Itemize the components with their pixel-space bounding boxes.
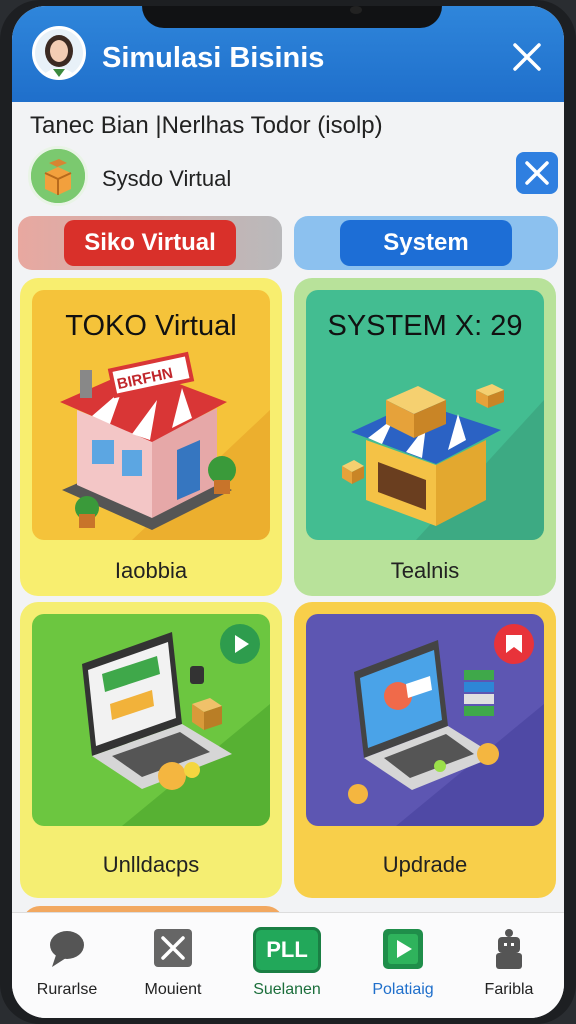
card-unlldacps[interactable]: Unlldacps — [20, 602, 282, 898]
profile-name: Sysdo Virtual — [102, 166, 232, 191]
close-box-icon — [152, 927, 194, 974]
notch — [142, 6, 442, 28]
play-icon — [235, 635, 249, 653]
play-badge[interactable] — [220, 624, 260, 664]
close-icon — [513, 43, 541, 71]
avatar-portrait-icon — [35, 29, 83, 77]
card-illustration — [306, 614, 544, 826]
close-icon — [525, 161, 549, 185]
profile-avatar[interactable] — [28, 146, 88, 206]
card-updrade[interactable]: Updrade — [294, 602, 556, 898]
card-label: Tealnis — [390, 558, 460, 583]
chat-bubble-icon — [46, 927, 88, 974]
card-illustration: SYSTEM X: 29 — [306, 290, 544, 540]
nav-item-mouient[interactable]: Mouient — [118, 913, 228, 1018]
phone-frame: Simulasi Bisinis Tanec Bian |Nerlhas Tod… — [0, 0, 576, 1024]
nav-label: Suelanen — [253, 981, 321, 998]
nav-item-suelanen[interactable]: PLL Suelanen — [232, 913, 342, 1018]
app-screen: Simulasi Bisinis Tanec Bian |Nerlhas Tod… — [12, 6, 564, 1018]
bookmark-icon — [506, 635, 522, 653]
nav-item-rurarlse[interactable]: Rurarlse — [12, 913, 122, 1018]
front-camera — [350, 6, 362, 14]
shop-box-icon — [31, 149, 85, 203]
nav-item-faribla[interactable]: Faribla — [454, 913, 564, 1018]
nav-label: Polatiaig — [372, 981, 434, 998]
card-label: Unlldacps — [102, 852, 200, 877]
nav-label: Faribla — [484, 981, 534, 998]
nav-item-polatiaig[interactable]: Polatiaig — [348, 913, 458, 1018]
card-illustration: TOKO Virtual BIRFHN — [32, 290, 270, 540]
tab-siko-virtual-container: Siko Virtual — [18, 216, 282, 270]
nav-label: Mouient — [144, 981, 202, 998]
card-title: TOKO Virtual — [65, 310, 237, 342]
profile-close-button[interactable] — [516, 152, 558, 194]
card-label: Updrade — [382, 852, 468, 877]
profile-row: Sysdo Virtual — [28, 144, 558, 210]
pll-icon: PLL — [253, 927, 321, 973]
user-avatar[interactable] — [32, 26, 86, 80]
card-toko-virtual[interactable]: TOKO Virtual BIRFHN Iaobbia — [20, 278, 282, 596]
nav-label: Rurarlse — [36, 981, 98, 998]
play-icon — [381, 927, 425, 976]
card-title: SYSTEM X: 29 — [327, 310, 523, 342]
card-label: Iaobbia — [114, 558, 188, 583]
page-subtitle: Tanec Bian |Nerlhas Todor (isolp) — [30, 112, 383, 139]
robot-icon — [492, 927, 526, 976]
card-system-x[interactable]: SYSTEM X: 29 Tealnis — [294, 278, 556, 596]
bottom-navigation: Rurarlse Mouient PLL Suelanen Polatiaig … — [12, 912, 564, 1018]
tab-system[interactable]: System — [340, 220, 512, 266]
tab-system-container: System — [294, 216, 558, 270]
tab-siko-virtual[interactable]: Siko Virtual — [64, 220, 236, 266]
app-title: Simulasi Bisinis — [102, 42, 325, 74]
record-badge[interactable] — [494, 624, 534, 664]
card-illustration — [32, 614, 270, 826]
close-button[interactable] — [510, 40, 544, 74]
